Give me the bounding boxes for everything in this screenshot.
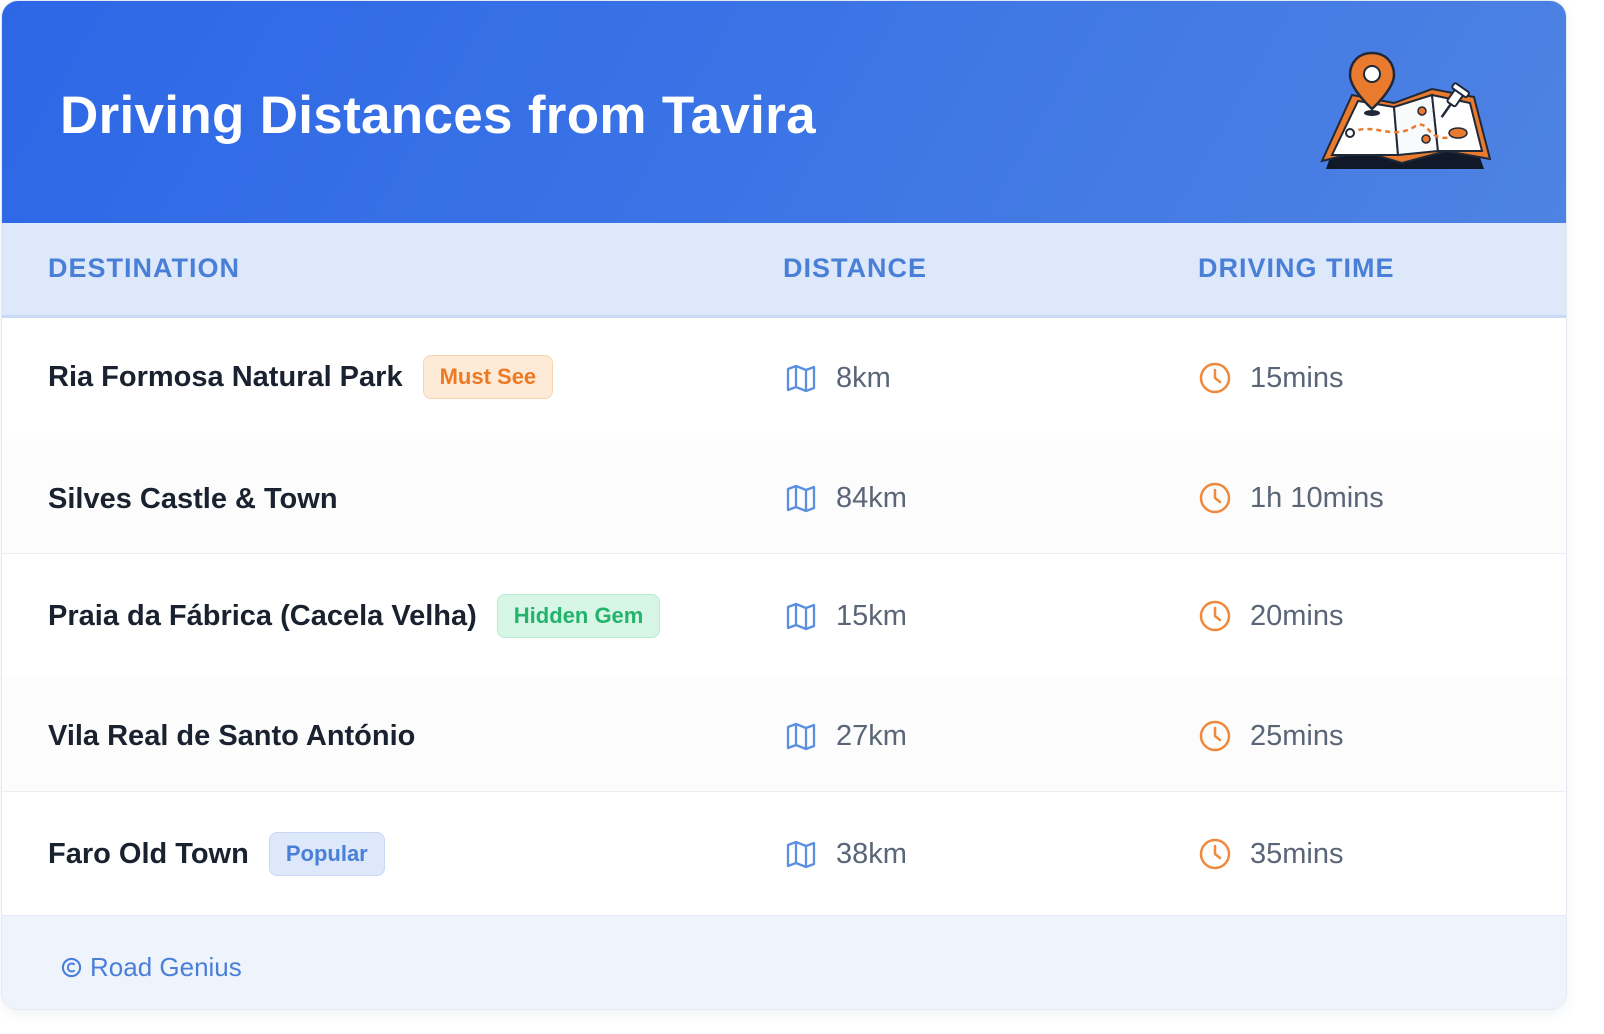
clock-icon: [1199, 482, 1231, 514]
time-value: 35mins: [1250, 837, 1344, 870]
distance-value: 15km: [836, 599, 907, 632]
map-icon: [786, 840, 816, 869]
footer-brand-text[interactable]: Road Genius: [90, 952, 242, 983]
hidden-gem-badge: Hidden Gem: [496, 594, 661, 638]
distance-cell: 38km: [784, 837, 907, 871]
clock-icon: [1199, 362, 1231, 394]
distance-value: 38km: [836, 837, 907, 870]
table-row: Vila Real de Santo António 27km 25mins: [2, 677, 1566, 792]
time-value: 20mins: [1250, 599, 1344, 632]
destination-name: Vila Real de Santo António: [48, 720, 416, 752]
copyright-icon: [61, 957, 82, 978]
distance-cell: 84km: [784, 481, 907, 515]
distance-value: 84km: [836, 481, 907, 514]
destination-cell: Silves Castle & Town: [48, 483, 338, 516]
table-row: Silves Castle & Town 84km 1h 10mins: [2, 439, 1566, 554]
table-header: DESTINATION DISTANCE DRIVING TIME: [2, 223, 1566, 318]
destination-name: Praia da Fábrica (Cacela Velha): [48, 599, 477, 632]
map-icon: [786, 364, 816, 393]
column-header-destination: DESTINATION: [48, 253, 240, 283]
map-icon: [786, 602, 816, 631]
column-header-distance: DISTANCE: [783, 253, 928, 283]
map-icon: [786, 484, 816, 513]
time-value: 15mins: [1250, 361, 1344, 394]
clock-icon: [1199, 720, 1231, 752]
destination-name: Silves Castle & Town: [48, 483, 338, 515]
map-with-pin-illustration: [1320, 51, 1492, 169]
distance-value: 27km: [836, 719, 907, 752]
time-value: 25mins: [1250, 719, 1344, 752]
table-row: Praia da Fábrica (Cacela Velha) Hidden G…: [2, 553, 1566, 678]
map-icon: [786, 722, 816, 751]
destination-cell: Vila Real de Santo António: [48, 720, 415, 753]
clock-icon: [1199, 838, 1231, 870]
column-header-driving-time: DRIVING TIME: [1198, 253, 1395, 283]
time-cell: 15mins: [1198, 361, 1344, 395]
destination-cell: Praia da Fábrica (Cacela Velha) Hidden G…: [48, 594, 661, 638]
destination-cell: Ria Formosa Natural Park Must See: [48, 355, 554, 399]
time-cell: 35mins: [1198, 837, 1344, 871]
destination-name: Faro Old Town: [48, 837, 249, 870]
table-row: Faro Old Town Popular 38km 35mins: [2, 791, 1566, 915]
destination-cell: Faro Old Town Popular: [48, 832, 385, 876]
destination-name: Ria Formosa Natural Park: [48, 360, 403, 393]
distance-cell: 27km: [784, 719, 907, 753]
footer-credit: Road Genius: [61, 952, 242, 983]
table-row: Ria Formosa Natural Park Must See 8km 15…: [2, 317, 1566, 440]
card-footer: Road Genius: [2, 915, 1566, 1009]
distance-value: 8km: [836, 361, 891, 394]
must-see-badge: Must See: [422, 355, 554, 399]
page-title: Driving Distances from Tavira: [60, 86, 816, 145]
distance-card: Driving Distances from Tavira DESTINATIO…: [2, 1, 1566, 1009]
card-header: Driving Distances from Tavira: [2, 1, 1566, 223]
clock-icon: [1199, 600, 1231, 632]
time-cell: 20mins: [1198, 599, 1344, 633]
popular-badge: Popular: [268, 832, 385, 876]
distance-cell: 8km: [784, 361, 891, 395]
time-cell: 25mins: [1198, 719, 1344, 753]
time-value: 1h 10mins: [1250, 481, 1384, 514]
distance-cell: 15km: [784, 599, 907, 633]
time-cell: 1h 10mins: [1198, 481, 1384, 515]
